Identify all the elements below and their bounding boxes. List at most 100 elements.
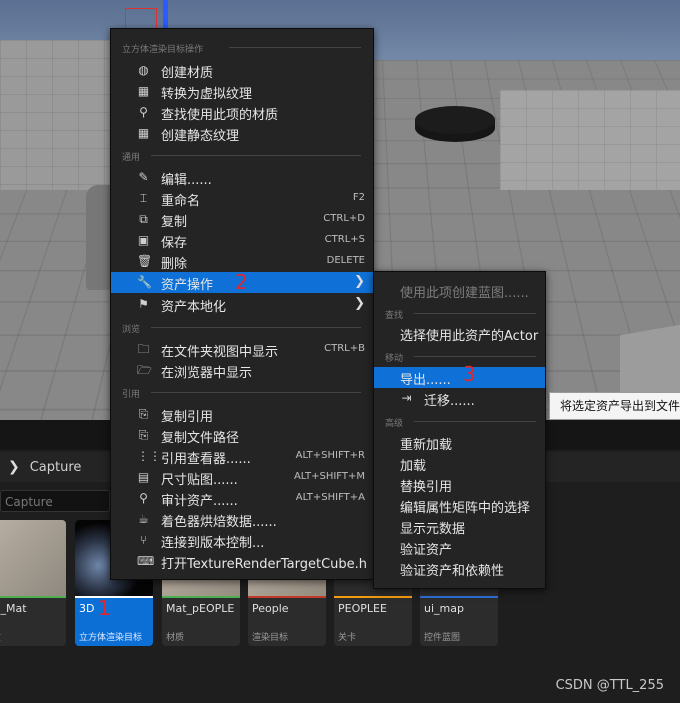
menu-item-label: 资产操作: [161, 278, 214, 293]
menu-item-edit[interactable]: ✎ 编辑......: [111, 167, 373, 189]
menu-item-label: 导出......: [400, 373, 451, 388]
asset-name: D_Mat: [0, 602, 27, 615]
context-menu: 立方体渲染目标操作 ◍ 创建材质 ▦ 转换为虚拟纹理 ⚲ 查找使用此项的材质 ▦…: [110, 28, 374, 580]
menu-item-source-control[interactable]: ⑂ 连接到版本控制...: [111, 530, 373, 552]
menu-item-label: 重新加载: [400, 438, 453, 453]
menu-item-delete[interactable]: 🗑 删除 DELETE: [111, 251, 373, 273]
asset-type: 立方体渲染目标: [79, 633, 143, 643]
sizemap-icon: ▤: [137, 470, 150, 484]
asset-type: 控件蓝图: [424, 633, 461, 643]
menu-item-edit-property-matrix[interactable]: 编辑属性矩阵中的选择: [374, 495, 545, 516]
menu-item-create-blueprint[interactable]: 使用此项创建蓝图......: [374, 280, 545, 301]
checker-icon: ▦: [137, 84, 150, 98]
asset-type-bar: [162, 596, 240, 598]
menu-item-duplicate[interactable]: ⧉ 复制 CTRL+D: [111, 209, 373, 231]
section-header: 移动: [385, 354, 404, 364]
menu-item-copy-file-path[interactable]: ⎘ 复制文件路径: [111, 425, 373, 447]
menu-item-replace-references[interactable]: 替换引用: [374, 474, 545, 495]
menu-item-label: 使用此项创建蓝图......: [400, 286, 529, 301]
menu-item-open-header[interactable]: ⌨ 打开TextureRenderTargetCube.h: [111, 551, 373, 573]
section-header: 浏览: [122, 325, 141, 335]
section-header: 通用: [122, 153, 141, 163]
menu-item-validate-assets[interactable]: 验证资产: [374, 537, 545, 558]
section-header: 引用: [122, 390, 141, 400]
material-icon: ◍: [138, 63, 149, 77]
code-icon: ⌨: [137, 554, 155, 568]
pencil-icon: ✎: [138, 170, 149, 184]
menu-item-shader-cook-data[interactable]: ☕ 着色器烘焙数据......: [111, 509, 373, 531]
teapot-icon: ☕: [138, 512, 149, 526]
menu-item-label: 审计资产......: [161, 494, 238, 509]
menu-item-label: 显示元数据: [400, 522, 466, 537]
menu-item-label: 加载: [400, 459, 427, 474]
asset-actions-submenu: 使用此项创建蓝图...... 查找 选择使用此资产的Actor 移动 导出...…: [373, 271, 546, 589]
asset-type-bar: [334, 596, 412, 598]
menu-item-save[interactable]: ▣ 保存 CTRL+S: [111, 230, 373, 252]
menu-item-show-in-folder-view[interactable]: 🗀 在文件夹视图中显示 CTRL+B: [111, 339, 373, 361]
asset-type-bar: [248, 596, 326, 598]
divider: [414, 421, 536, 422]
branch-icon: ⑂: [139, 533, 148, 547]
shortcut-label: F2: [352, 192, 365, 203]
annotation-marker: 3: [463, 362, 476, 386]
menu-item-reimport[interactable]: 重新加载: [374, 432, 545, 453]
menu-item-load[interactable]: 加载: [374, 453, 545, 474]
shortcut-label: CTRL+B: [324, 343, 365, 354]
shortcut-label: ALT+SHIFT+M: [293, 471, 365, 482]
divider: [151, 155, 361, 156]
section-header: 立方体渲染目标操作: [122, 45, 204, 55]
chevron-right-icon[interactable]: ❯: [8, 459, 20, 475]
search-input[interactable]: Capture: [0, 490, 110, 512]
menu-item-find-materials[interactable]: ⚲ 查找使用此项的材质: [111, 102, 373, 124]
wrench-icon: 🔧: [137, 275, 152, 289]
rename-icon: ⌶: [139, 191, 148, 205]
asset-type-bar: [0, 596, 66, 598]
asset-type: 材质: [166, 633, 185, 643]
audit-icon: ⚲: [139, 491, 148, 505]
menu-item-create-static-texture[interactable]: ▦ 创建静态纹理: [111, 123, 373, 145]
menu-item-select-actors[interactable]: 选择使用此资产的Actor: [374, 323, 545, 344]
menu-item-label: 连接到版本控制...: [161, 536, 265, 551]
asset-type: 关卡: [338, 633, 357, 643]
asset-name: ui_map: [424, 602, 464, 615]
asset-tile[interactable]: D_Mat 质: [0, 520, 66, 646]
copy-icon: ⎘: [138, 407, 149, 421]
menu-item-convert-virtual-texture[interactable]: ▦ 转换为虚拟纹理: [111, 81, 373, 103]
menu-item-copy-reference[interactable]: ⎘ 复制引用: [111, 404, 373, 426]
menu-item-reference-viewer[interactable]: ⋮⋮ 引用查看器...... ALT+SHIFT+R: [111, 446, 373, 468]
wall-block: [500, 90, 680, 190]
menu-item-create-material[interactable]: ◍ 创建材质: [111, 60, 373, 82]
search-icon: ⚲: [139, 105, 148, 119]
shortcut-label: DELETE: [326, 255, 365, 266]
menu-item-audit-assets[interactable]: ⚲ 审计资产...... ALT+SHIFT+A: [111, 488, 373, 510]
menu-item-show-in-explorer[interactable]: 🗁 在浏览器中显示: [111, 360, 373, 382]
asset-name: 3D: [79, 602, 95, 615]
menu-item-size-map[interactable]: ▤ 尺寸贴图...... ALT+SHIFT+M: [111, 467, 373, 489]
menu-item-label: 选择使用此资产的Actor: [400, 329, 539, 344]
menu-item-label: 删除: [161, 257, 188, 272]
annotation-marker: 1: [98, 596, 111, 620]
duplicate-icon: ⧉: [139, 212, 148, 226]
menu-item-asset-localization[interactable]: ⚑ 资产本地化 ❯: [111, 294, 373, 315]
menu-item-show-metadata[interactable]: 显示元数据: [374, 516, 545, 537]
menu-item-label: 在文件夹视图中显示: [161, 345, 279, 360]
menu-item-migrate[interactable]: ⇥ 迁移......: [374, 388, 545, 410]
copy-icon: ⎘: [138, 428, 149, 442]
breadcrumb-item[interactable]: Capture: [30, 460, 82, 475]
menu-item-export[interactable]: 导出......: [374, 367, 545, 388]
asset-type-bar: [75, 596, 153, 598]
menu-item-label: 保存: [161, 236, 188, 251]
gizmo-z-axis[interactable]: [163, 0, 168, 30]
divider: [414, 313, 536, 314]
shortcut-label: CTRL+S: [324, 234, 365, 245]
export-tooltip: 将选定资产导出到文件: [549, 392, 680, 420]
menu-item-label: 复制引用: [161, 410, 214, 425]
menu-item-label: 编辑属性矩阵中的选择: [400, 501, 531, 516]
menu-item-rename[interactable]: ⌶ 重命名 F2: [111, 188, 373, 210]
menu-item-label: 着色器烘焙数据......: [161, 515, 277, 530]
trash-icon: 🗑: [137, 254, 153, 268]
folder-icon: 🗁: [137, 363, 152, 377]
menu-item-label: 创建静态纹理: [161, 129, 240, 144]
menu-item-validate-dependencies[interactable]: 验证资产和依赖性: [374, 558, 545, 579]
menu-item-label: 创建材质: [161, 66, 214, 81]
